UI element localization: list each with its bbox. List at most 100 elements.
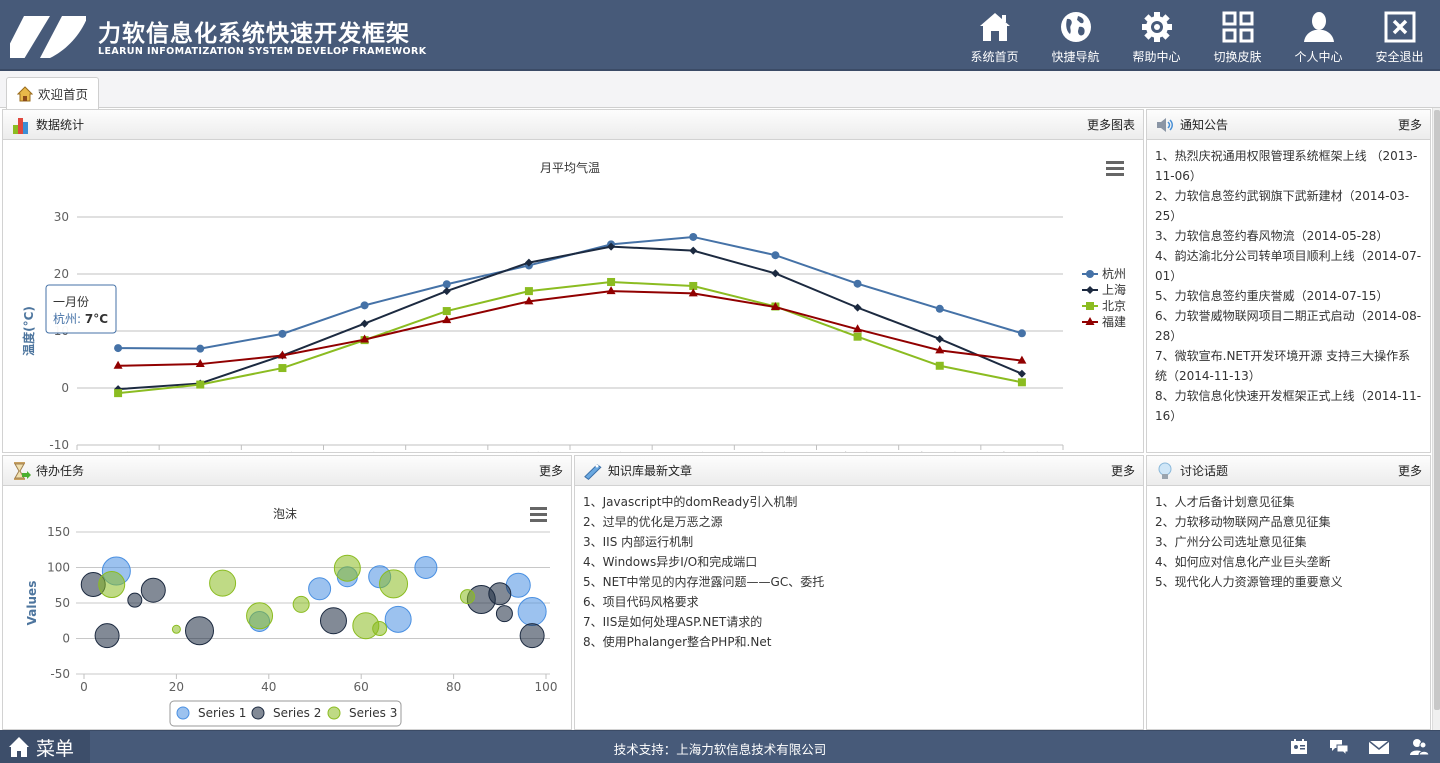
y-tick-label: -10 <box>49 438 69 452</box>
more-charts-link[interactable]: 更多图表 <box>1087 116 1135 133</box>
nav-personal-center[interactable]: 个人中心 <box>1278 0 1359 71</box>
x-tick-label: 60 <box>354 680 369 694</box>
tooltip-series: 杭州: 7°C <box>53 311 108 326</box>
legend-item[interactable]: 北京 <box>1082 299 1126 313</box>
x-tick-label: 五月份 <box>429 451 465 452</box>
panel-header: 讨论话题 更多 <box>1147 456 1430 486</box>
x-tick-label: 七月份 <box>593 451 629 452</box>
legend-symbol <box>251 706 265 720</box>
bubble <box>459 589 475 605</box>
bar-chart-icon <box>11 115 31 135</box>
data-point <box>935 304 944 313</box>
data-point <box>360 319 369 328</box>
list-item[interactable]: 3、广州分公司选址意见征集 <box>1155 532 1422 552</box>
list-item[interactable]: 6、力软誉威物联网项目二期正式启动（2014-08-28） <box>1155 306 1422 346</box>
series-line-1 <box>118 245 1023 391</box>
legend-symbol <box>176 706 190 720</box>
more-link[interactable]: 更多 <box>1398 116 1422 133</box>
tab-welcome[interactable]: 欢迎首页 <box>6 77 100 109</box>
scrollbar-thumb[interactable] <box>1434 110 1440 710</box>
chart-tooltip: 一月份杭州: 7°C <box>45 284 117 334</box>
app-subtitle: LEARUN INFOMATIZATION SYSTEM DEVELOP FRA… <box>98 46 427 57</box>
list-item[interactable]: 4、韵达渝北分公司转单项目顺利上线（2014-07-01） <box>1155 246 1422 286</box>
list-item[interactable]: 3、力软信息签约春风物流（2014-05-28） <box>1155 226 1422 246</box>
bubble <box>308 577 332 601</box>
list-item[interactable]: 2、过早的优化是万恶之源 <box>583 512 1135 532</box>
vertical-scrollbar[interactable] <box>1432 108 1440 730</box>
nav-logout[interactable]: 安全退出 <box>1359 0 1440 71</box>
list-item[interactable]: 5、NET中常见的内存泄露问题——GC、委托 <box>583 572 1135 592</box>
data-point <box>606 286 616 295</box>
legend-item[interactable]: 杭州 <box>1082 266 1126 281</box>
lightbulb-icon <box>1155 461 1175 481</box>
more-link[interactable]: 更多 <box>1398 462 1422 479</box>
list-item[interactable]: 1、Javascript中的domReady引入机制 <box>583 492 1135 512</box>
panel-header: 数据统计 更多图表 <box>3 110 1143 140</box>
nav-quick-nav[interactable]: 快捷导航 <box>1035 0 1116 71</box>
list-item[interactable]: 7、IIS是如何处理ASP.NET请求的 <box>583 612 1135 632</box>
list-item[interactable]: 7、微软宣布.NET开发环境开源 支持三大操作系统（2014-11-13） <box>1155 346 1422 386</box>
list-item[interactable]: 2、力软移动物联网产品意见征集 <box>1155 512 1422 532</box>
legend-label: Series 2 <box>273 706 321 720</box>
nav-system-home[interactable]: 系统首页 <box>954 0 1035 71</box>
legend-item[interactable]: 上海 <box>1082 282 1126 297</box>
bubble <box>127 592 143 608</box>
list-item[interactable]: 6、项目代码风格要求 <box>583 592 1135 612</box>
x-tick-label: 100 <box>535 680 558 694</box>
y-tick-label: 0 <box>61 381 69 395</box>
tag-icon <box>583 461 603 481</box>
bubble <box>185 616 214 646</box>
contact-card-icon[interactable] <box>1288 737 1310 757</box>
legend-symbol <box>1086 302 1094 310</box>
bubble <box>171 624 181 634</box>
nav-switch-skin[interactable]: 切换皮肤 <box>1197 0 1278 71</box>
chat-icon[interactable] <box>1328 737 1350 757</box>
list-item[interactable]: 1、人才后备计划意见征集 <box>1155 492 1422 512</box>
users-icon[interactable] <box>1408 737 1430 757</box>
bubble <box>94 623 120 649</box>
logo-icon <box>10 16 86 58</box>
data-point <box>360 301 369 310</box>
x-tick-label: 九月份 <box>757 451 793 452</box>
nav-label: 切换皮肤 <box>1213 50 1262 64</box>
nav-label: 系统首页 <box>970 50 1019 64</box>
nav-label: 个人中心 <box>1294 50 1343 64</box>
y-tick-label: 50 <box>55 596 70 610</box>
list-item[interactable]: 3、IIS 内部运行机制 <box>583 532 1135 552</box>
gear-icon <box>1141 12 1172 42</box>
panel-todo-tasks: 待办任务 更多 泡沫 -50 0 50 100 150 0 20 40 60 80 100 Values… <box>2 455 572 730</box>
data-point <box>935 334 944 343</box>
list-item[interactable]: 2、力软信息签约武钢旗下武新建材（2014-03-25） <box>1155 186 1422 226</box>
nav-help-center[interactable]: 帮助中心 <box>1116 0 1197 71</box>
series-line-3 <box>118 290 1023 367</box>
y-tick-label: 0 <box>62 632 70 646</box>
chart-menu-icon[interactable] <box>530 507 547 522</box>
data-point <box>442 307 451 316</box>
mail-icon[interactable] <box>1368 737 1390 757</box>
tooltip-value: 7°C <box>85 312 108 326</box>
more-link[interactable]: 更多 <box>1111 462 1135 479</box>
close-box-icon <box>1384 11 1415 43</box>
legend-item[interactable]: 福建 <box>1082 314 1126 329</box>
nav-label: 帮助中心 <box>1132 50 1181 64</box>
list-item[interactable]: 8、力软信息化快速开发框架正式上线（2014-11-16） <box>1155 386 1422 426</box>
chart-menu-icon[interactable] <box>1106 161 1124 176</box>
app-title: 力软信息化系统快速开发框架 <box>98 21 410 47</box>
x-tick-label: 二月份 <box>182 451 218 452</box>
chart-title: 泡沫 <box>273 507 297 521</box>
list-item[interactable]: 5、现代化人力资源管理的重要意义 <box>1155 572 1422 592</box>
list-item[interactable]: 1、热烈庆祝通用权限管理系统框架上线 （2013-11-06） <box>1155 146 1422 186</box>
list-item[interactable]: 5、力软信息签约重庆誉威（2014-07-15） <box>1155 286 1422 306</box>
speaker-icon <box>1155 115 1175 135</box>
list-item[interactable]: 8、使用Phalanger整合PHP和.Net <box>583 632 1135 652</box>
list-item[interactable]: 4、如何应对信息化产业巨头垄断 <box>1155 552 1422 572</box>
legend-label: 北京 <box>1102 299 1126 313</box>
data-point <box>771 269 780 278</box>
data-point <box>442 287 451 296</box>
panel-header: 通知公告 更多 <box>1147 110 1430 140</box>
y-tick-label: 150 <box>47 525 70 539</box>
menu-bar <box>1106 167 1124 170</box>
list-item[interactable]: 4、Windows异步I/O和完成端口 <box>583 552 1135 572</box>
more-link[interactable]: 更多 <box>539 462 563 479</box>
bubble <box>379 569 409 599</box>
